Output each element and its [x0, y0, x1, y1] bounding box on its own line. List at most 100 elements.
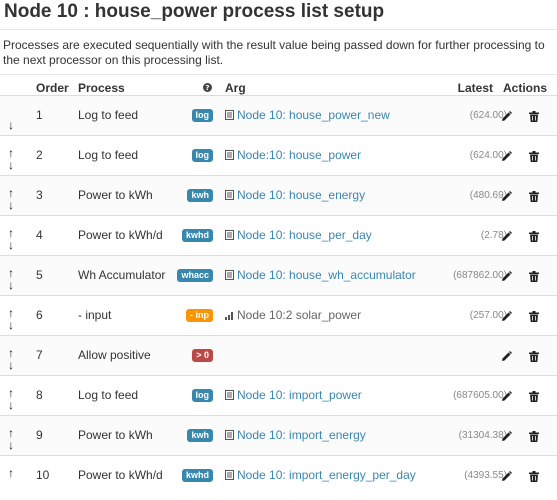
order-number: 9 — [36, 428, 43, 442]
delete-icon[interactable] — [529, 349, 539, 367]
process-name: Wh Accumulator — [78, 268, 166, 282]
process-arg: Node 10: import_power — [225, 388, 362, 403]
move-up-icon[interactable]: ↑ — [8, 467, 14, 479]
process-badge: - inp — [186, 309, 213, 322]
process-arg: Node 10:2 solar_power — [225, 308, 361, 323]
delete-icon[interactable] — [529, 429, 539, 447]
arg-label: Node 10: import_energy_per_day — [237, 468, 416, 482]
process-badge: kwh — [187, 429, 213, 442]
process-name: - input — [78, 308, 112, 322]
arg-label: Node 10: import_power — [237, 388, 362, 402]
process-arg: Node:10: house_power — [225, 148, 361, 163]
move-down-icon[interactable]: ↓ — [8, 199, 14, 211]
move-up-icon[interactable]: ↑ — [8, 267, 14, 279]
table-row: ↑ ↓ 6- input - inp Node 10:2 solar_power (257… — [0, 295, 557, 336]
delete-icon[interactable] — [529, 389, 539, 407]
process-name: Log to feed — [78, 388, 139, 402]
delete-icon[interactable] — [529, 469, 539, 487]
order-number: 1 — [36, 108, 43, 122]
delete-icon[interactable] — [529, 109, 539, 127]
table-top-border — [0, 74, 557, 75]
table-row: ↑ ↓ 3 Power to kWh kwh Node 10: house_energy(… — [0, 175, 557, 216]
process-name: Log to feed — [78, 108, 139, 122]
move-down-icon[interactable]: ↓ — [8, 119, 14, 131]
order-number: 8 — [36, 388, 43, 402]
edit-icon[interactable] — [501, 189, 512, 207]
column-header-actions: Actions — [503, 81, 548, 95]
column-header-process: Process — [78, 81, 125, 95]
page-description: Processes are executed sequentially with… — [3, 38, 545, 67]
move-up-icon[interactable]: ↑ — [8, 187, 14, 199]
column-header-order: Order — [36, 81, 69, 95]
edit-icon[interactable] — [501, 469, 512, 487]
table-row: ↑ ↓ 8 Log to feed log Node 10: import_power (6… — [0, 375, 557, 416]
edit-icon[interactable] — [501, 429, 512, 447]
process-arg: Node 10: import_energy — [225, 428, 366, 443]
arg-label: Node 10: house_per_day — [237, 228, 372, 242]
process-arg: Node 10: house_wh_accumulator — [225, 268, 416, 283]
move-up-icon[interactable]: ↑ — [8, 307, 14, 319]
column-header-latest: Latest — [457, 81, 493, 95]
order-number: 7 — [36, 348, 43, 362]
process-arg: Node 10: house_power_new — [225, 108, 390, 123]
latest-value: (687862.00) — [453, 270, 507, 281]
feed-icon — [225, 109, 234, 123]
move-down-icon[interactable]: ↓ — [8, 359, 14, 371]
table-row: ↑ ↓ 9 Power to kWh kwh Node 10: import_energy… — [0, 415, 557, 456]
latest-value: (31304.38) — [458, 430, 507, 441]
process-arg: Node 10: import_energy_per_day — [225, 468, 416, 483]
move-down-icon[interactable]: ↓ — [8, 159, 14, 171]
edit-icon[interactable] — [501, 149, 512, 167]
svg-text:?: ? — [205, 83, 209, 92]
move-up-icon[interactable]: ↑ — [8, 147, 14, 159]
delete-icon[interactable] — [529, 309, 539, 327]
move-down-icon[interactable]: ↓ — [8, 399, 14, 411]
process-name: Allow positive — [78, 348, 151, 362]
table-row: ↑ ↓ 2 Log to feed log Node:10: house_power (62… — [0, 135, 557, 176]
column-header-arg: Arg — [225, 81, 246, 95]
delete-icon[interactable] — [529, 229, 539, 247]
move-down-icon[interactable]: ↓ — [8, 319, 14, 331]
edit-icon[interactable] — [501, 109, 512, 127]
move-down-icon[interactable]: ↓ — [8, 279, 14, 291]
process-name: Power to kWh/d — [78, 228, 163, 242]
feed-icon — [225, 269, 234, 283]
order-number: 2 — [36, 148, 43, 162]
arg-label: Node 10: house_energy — [237, 188, 366, 202]
edit-icon[interactable] — [501, 349, 512, 367]
table-row: ↑ 10 Power to kWh/d kwhd Node 10: import_ene… — [0, 455, 557, 496]
table-row: ↓ 1 Log to feed log Node 10: house_power_new… — [0, 95, 557, 136]
move-up-icon[interactable]: ↑ — [8, 227, 14, 239]
process-name: Log to feed — [78, 148, 139, 162]
delete-icon[interactable] — [529, 149, 539, 167]
delete-icon[interactable] — [529, 189, 539, 207]
info-icon[interactable]: ? — [203, 81, 212, 92]
process-badge: log — [191, 389, 213, 402]
feed-icon — [225, 189, 234, 203]
process-badge: log — [191, 109, 213, 122]
order-number: 6 — [36, 308, 43, 322]
edit-icon[interactable] — [501, 229, 512, 247]
delete-icon[interactable] — [529, 269, 539, 287]
move-up-icon[interactable]: ↑ — [8, 427, 14, 439]
arg-label: Node 10: import_energy — [237, 428, 366, 442]
move-down-icon[interactable]: ↓ — [8, 239, 14, 251]
move-up-icon[interactable]: ↑ — [8, 347, 14, 359]
edit-icon[interactable] — [501, 309, 512, 327]
latest-value: (687605.00) — [453, 390, 507, 401]
process-name: Power to kWh — [78, 188, 153, 202]
process-badge: kwhd — [181, 469, 213, 482]
table-row: ↑ ↓ 5 Wh Accumulator whacc Node 10: house_wh_… — [0, 255, 557, 296]
move-up-icon[interactable]: ↑ — [8, 387, 14, 399]
edit-icon[interactable] — [501, 269, 512, 287]
edit-icon[interactable] — [501, 389, 512, 407]
signal-icon — [225, 309, 234, 323]
order-number: 10 — [36, 468, 50, 482]
feed-icon — [225, 229, 234, 243]
title-divider — [0, 29, 557, 30]
order-number: 3 — [36, 188, 43, 202]
process-arg: Node 10: house_energy — [225, 188, 365, 203]
move-down-icon[interactable]: ↓ — [8, 439, 14, 451]
process-badge: kwh — [187, 189, 213, 202]
process-badge: > 0 — [192, 349, 213, 362]
